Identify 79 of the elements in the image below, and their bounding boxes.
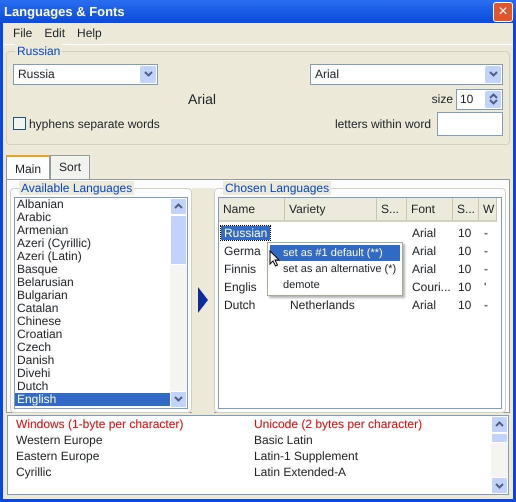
checkbox[interactable]: [13, 117, 26, 130]
menu-item[interactable]: set as #1 default (**): [270, 244, 400, 261]
table-cell-text: -: [483, 298, 489, 312]
list-item[interactable]: Catalan: [15, 302, 170, 315]
menu-item[interactable]: demote: [270, 276, 400, 293]
table-cell-text: Arial: [411, 226, 438, 240]
list-item[interactable]: English: [15, 392, 170, 406]
window-title: Languages & Fonts: [4, 2, 125, 21]
table-cell-text: -: [483, 244, 489, 258]
charset-item[interactable]: Western Europe: [14, 432, 252, 448]
table-cell-text: -: [483, 262, 489, 276]
column-header[interactable]: W: [479, 198, 497, 222]
group-legend: Russian: [15, 44, 62, 58]
letters-label: letters within word: [334, 116, 431, 133]
table-cell-text: -: [483, 226, 489, 240]
list-item[interactable]: Belarusian: [15, 276, 170, 289]
scroll-thumb[interactable]: [170, 214, 187, 265]
list-item[interactable]: Dutch: [15, 380, 170, 393]
table-cell-text: Germa: [223, 244, 262, 258]
list-item[interactable]: Basque: [15, 262, 170, 276]
table-cell-text: Arial: [411, 298, 438, 312]
charset-item[interactable]: Latin Extended-A: [252, 464, 490, 480]
checkbox-label: hyphens separate words: [29, 116, 160, 133]
charset-item[interactable]: Basic Latin: [252, 432, 490, 448]
list-item[interactable]: Azeri (Latin): [15, 250, 170, 263]
table-cell-text: Arial: [411, 262, 438, 276]
dropdown[interactable]: Arial: [310, 64, 503, 85]
list-item[interactable]: Divehi: [15, 366, 170, 380]
menu-item[interactable]: File: [7, 24, 38, 42]
column-header[interactable]: S...: [453, 198, 479, 222]
letters-field[interactable]: [437, 112, 503, 136]
table-cell-text: Englis: [223, 280, 258, 294]
table-cell-text: Arial: [411, 244, 438, 258]
charset-heading: Unicode (2 bytes per character): [253, 416, 424, 432]
tab[interactable]: Sort: [50, 154, 90, 179]
spinner-arrows-icon: [485, 90, 501, 108]
table-cell-text: Netherlands: [289, 298, 356, 312]
list-item[interactable]: Albanian: [15, 198, 170, 211]
tab[interactable]: Main: [6, 154, 50, 180]
table-cell-text: ': [483, 280, 488, 294]
add-arrow-icon[interactable]: [198, 287, 208, 314]
list-item[interactable]: Bulgarian: [15, 288, 170, 302]
size-spinner[interactable]: 10: [456, 88, 503, 110]
list-item[interactable]: Danish: [15, 354, 170, 367]
list-item[interactable]: Croatian: [15, 328, 170, 341]
table-cell-text: Couri...: [411, 280, 452, 294]
table-cell: Russian: [221, 226, 270, 240]
group-legend: Available Languages: [19, 180, 134, 195]
charset-heading: Windows (1-byte per character): [15, 416, 184, 432]
scrollbar[interactable]: [170, 198, 187, 408]
menu-item[interactable]: Help: [71, 24, 108, 42]
list-item[interactable]: Czech: [15, 340, 170, 354]
charset-item[interactable]: Eastern Europe: [14, 448, 252, 464]
table-cell-text: Dutch: [223, 298, 256, 312]
close-button[interactable]: ×: [493, 2, 513, 22]
table-cell-text: 10: [457, 280, 472, 294]
list-item[interactable]: Azeri (Cyrillic): [15, 236, 170, 250]
charset-item[interactable]: Latin-1 Supplement: [252, 448, 490, 464]
list-item[interactable]: Armenian: [15, 224, 170, 237]
table-cell-text: Finnis: [223, 262, 258, 276]
size-label: size: [432, 91, 453, 108]
column-header[interactable]: Font: [407, 198, 453, 222]
list-item[interactable]: Chinese: [15, 314, 170, 328]
table-cell-text: 10: [457, 226, 472, 240]
column-header[interactable]: S...: [377, 198, 407, 222]
group-legend: Chosen Languages: [223, 180, 332, 195]
charset-item[interactable]: Cyrillic: [14, 464, 252, 480]
menu-item[interactable]: Edit: [38, 24, 72, 42]
scrollbar[interactable]: [491, 416, 508, 494]
scroll-thumb[interactable]: [491, 432, 508, 443]
column-header[interactable]: Variety: [285, 198, 377, 222]
column-header[interactable]: Name: [219, 198, 285, 222]
table-cell-text: 10: [457, 298, 472, 312]
dropdown[interactable]: Russia: [13, 64, 158, 85]
menu-item[interactable]: set as an alternative (*): [270, 260, 400, 277]
font-preview: Arial: [188, 90, 216, 109]
list-item[interactable]: Arabic: [15, 210, 170, 224]
table-cell-text: 10: [457, 262, 472, 276]
table-cell-text: 10: [457, 244, 472, 258]
